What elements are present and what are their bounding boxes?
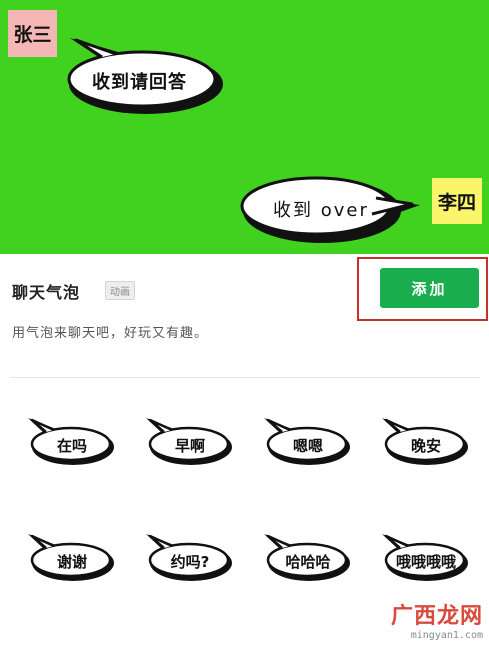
watermark: 广西龙网 mingyan1.com (391, 598, 483, 641)
watermark-brand: 广西龙网 (390, 604, 483, 629)
sticker-label: 哈哈哈 (285, 553, 331, 571)
sticker-wanan[interactable]: 晚安 (376, 414, 472, 470)
sticker-zaoa[interactable]: 早啊 (140, 414, 236, 470)
sticker-label: 在吗 (56, 437, 87, 455)
sticker-label: 嗯嗯 (292, 437, 323, 455)
sender-name-tag: 张三 (8, 10, 57, 57)
sticker-hahaha[interactable]: 哈哈哈 (258, 530, 354, 586)
divider (10, 377, 480, 378)
receiver-bubble-text: 收到 over (273, 200, 369, 221)
animated-badge: 动画 (105, 281, 135, 300)
sticker-label: 晚安 (410, 437, 441, 455)
add-button[interactable]: 添加 (380, 268, 479, 308)
sticker-label: 约吗? (170, 553, 210, 571)
sticker-oooo[interactable]: 哦哦哦哦 (376, 530, 472, 586)
preview-bubbles (67, 38, 420, 243)
sticker-enen[interactable]: 嗯嗯 (258, 414, 354, 470)
sticker-label: 谢谢 (56, 553, 87, 571)
bubble-preview: 张三 收到请回答 收到 over 李四 (0, 0, 489, 254)
sender-bubble-text: 收到请回答 (92, 72, 187, 93)
sticker-label: 早啊 (174, 437, 205, 455)
receiver-name-tag: 李四 (432, 178, 482, 224)
sticker-xiexie[interactable]: 谢谢 (22, 530, 118, 586)
sticker-yuema[interactable]: 约吗? (140, 530, 236, 586)
watermark-url: mingyan1.com (410, 630, 483, 641)
sticker-zaima[interactable]: 在吗 (22, 414, 118, 470)
page-title: 聊天气泡 (12, 283, 81, 302)
description: 用气泡来聊天吧，好玩又有趣。 (12, 326, 209, 341)
sticker-label: 哦哦哦哦 (395, 553, 456, 571)
